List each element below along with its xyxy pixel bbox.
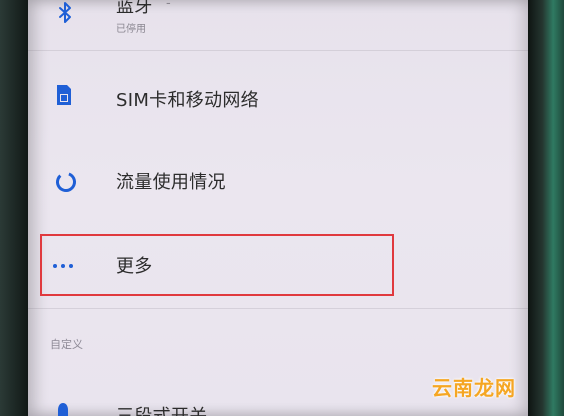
settings-screen: 蓝牙 已停用 - SIM卡和移动网络 流量使用情况 更多 自定义 [28,0,530,416]
divider [28,50,530,51]
settings-item-sim[interactable]: SIM卡和移动网络 [28,60,530,132]
highlight-box [40,234,394,296]
phone-bezel-left [0,0,30,416]
photo-frame: 蓝牙 已停用 - SIM卡和移动网络 流量使用情况 更多 自定义 云南龙网 [0,0,564,416]
sim-card-icon [56,84,72,110]
data-usage-icon [54,170,78,198]
settings-item-data-usage[interactable]: 流量使用情况 [28,146,530,218]
watermark-text: 云南龙网 [432,376,516,400]
divider [28,308,530,309]
alert-slider-title: 三段式开关 [116,402,208,416]
section-header-custom: 自定义 [50,338,83,351]
bluetooth-title: 蓝牙 [116,0,153,17]
bluetooth-trailing: - [166,0,171,11]
phone-bezel-right [528,0,564,416]
bluetooth-status: 已停用 [116,24,146,35]
bluetooth-icon [58,2,72,28]
sim-title: SIM卡和移动网络 [116,90,259,111]
alert-slider-icon [56,402,70,416]
data-usage-title: 流量使用情况 [116,172,226,193]
settings-item-bluetooth[interactable]: 蓝牙 已停用 - [28,0,530,46]
